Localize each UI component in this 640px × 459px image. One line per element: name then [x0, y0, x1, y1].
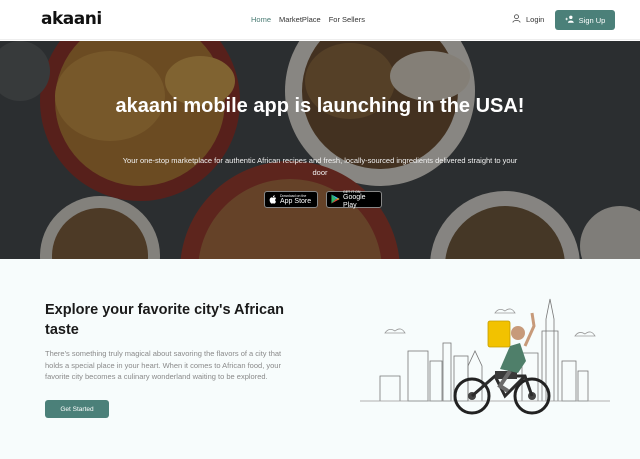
nav-for-sellers-link[interactable]: For Sellers: [329, 15, 365, 24]
delivery-cyclist-illustration: [360, 298, 610, 415]
google-play-icon: [331, 191, 340, 209]
explore-description: There's something truly magical about sa…: [45, 349, 282, 381]
main-nav: Home MarketPlace For Sellers: [251, 15, 365, 24]
get-started-button[interactable]: Get Started: [45, 400, 109, 418]
login-link[interactable]: Login: [512, 14, 544, 25]
sign-up-button[interactable]: Sign Up: [555, 10, 615, 30]
apple-icon: [269, 191, 277, 209]
akaani-logo[interactable]: akaani: [41, 9, 102, 29]
add-user-icon: [565, 15, 575, 25]
hero-subtitle: Your one-stop marketplace for authentic …: [122, 156, 518, 177]
sign-up-label: Sign Up: [578, 15, 606, 25]
nav-marketplace-link[interactable]: MarketPlace: [279, 15, 321, 24]
login-label: Login: [526, 15, 545, 24]
google-play-button[interactable]: GET IT ON Google Play: [326, 190, 382, 209]
hero-dark-overlay: [0, 41, 640, 259]
explore-title: Explore your favorite city's African tas…: [45, 302, 285, 338]
user-icon: [512, 14, 521, 25]
app-store-label: App Store: [280, 197, 312, 205]
hero-title: akaani mobile app is launching in the US…: [115, 95, 525, 117]
app-store-button[interactable]: Download on the App Store: [264, 191, 318, 208]
hero-banner: akaani mobile app is launching in the US…: [0, 41, 640, 259]
google-play-label: Google Play: [343, 193, 366, 209]
nav-home-link[interactable]: Home: [251, 15, 271, 24]
explore-section: Explore your favorite city's African tas…: [0, 259, 640, 459]
top-nav-bar: akaani Home MarketPlace For Sellers Logi…: [0, 0, 640, 40]
